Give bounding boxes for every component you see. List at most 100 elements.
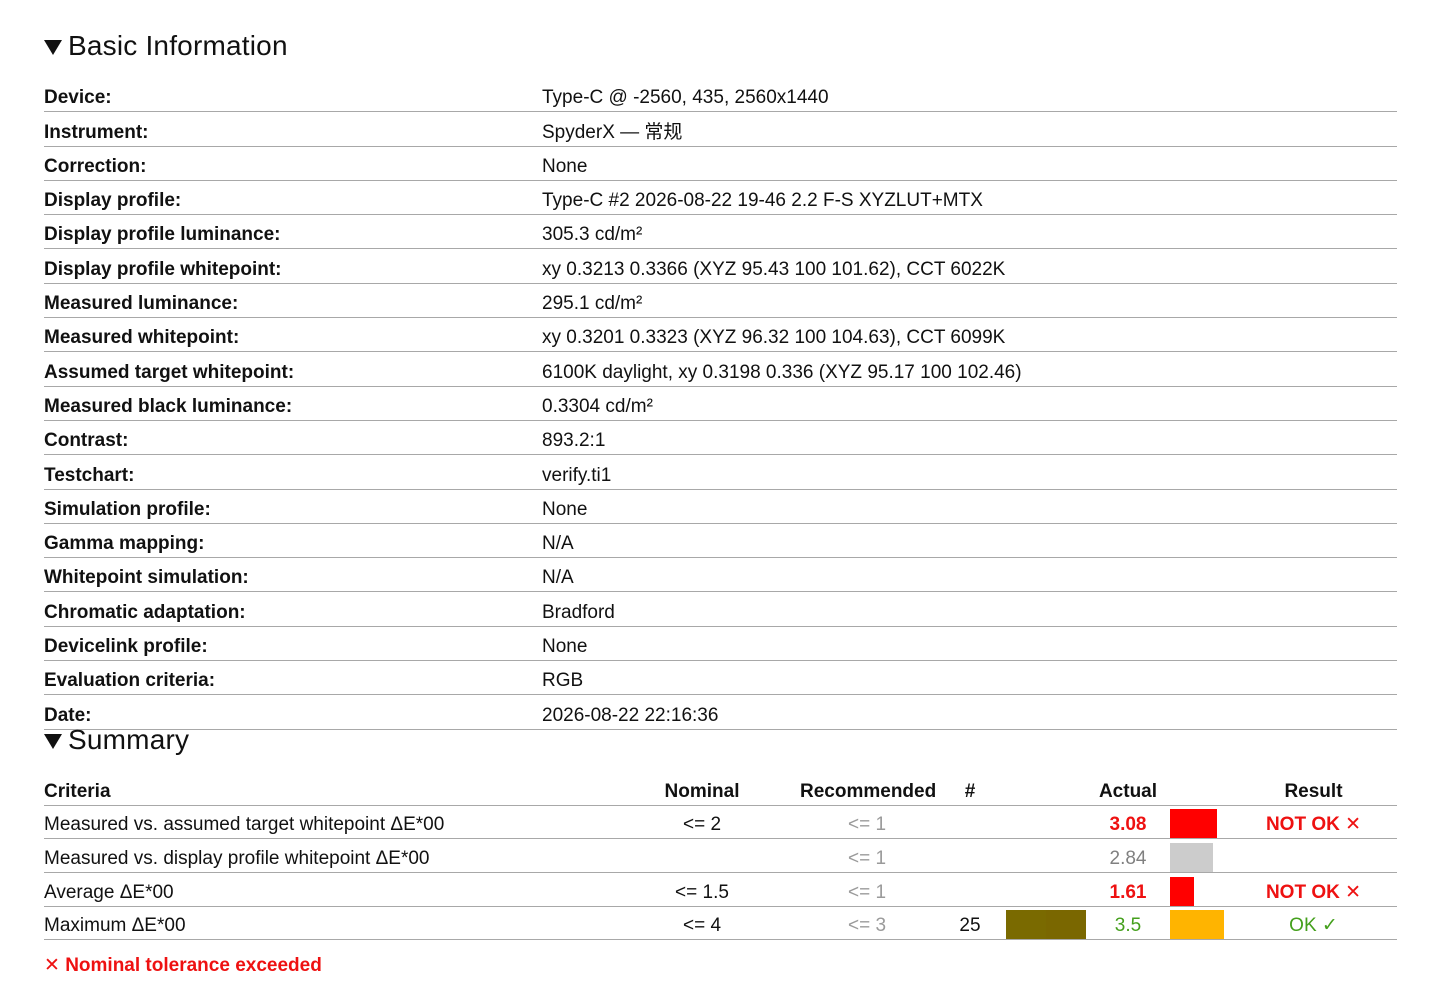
actual-cell: 3.5 <box>1086 906 1170 941</box>
actual-cell: 1.61 <box>1086 872 1170 907</box>
nominal-tolerance-footnote: ✕ Nominal tolerance exceeded <box>44 955 322 976</box>
info-label: Simulation profile: <box>44 489 542 524</box>
info-row: Measured luminance: 295.1 cd/m² <box>44 283 1397 319</box>
actual-cell: 3.08 <box>1086 805 1170 840</box>
patch-swatch-cell <box>1006 906 1086 941</box>
info-value: None <box>542 626 1397 662</box>
header-swatch <box>1006 772 1086 806</box>
info-row: Correction: None <box>44 146 1397 181</box>
summary-header-row: Criteria Nominal Recommended # Actual Re… <box>44 772 1397 806</box>
info-value: RGB <box>542 660 1397 696</box>
info-label: Display profile: <box>44 180 542 216</box>
patch-swatch-cell <box>1006 805 1086 840</box>
info-value: Bradford <box>542 591 1397 627</box>
collapse-triangle-icon <box>44 733 62 749</box>
summary-row: Average ΔE*00 <= 1.5 <= 1 1.61 NOT OK ✕ <box>44 872 1397 907</box>
collapse-triangle-icon <box>44 39 62 55</box>
header-recommended: Recommended <box>800 772 936 806</box>
summary-title: Summary <box>68 724 190 755</box>
criteria-cell: Measured vs. display profile whitepoint … <box>44 838 604 874</box>
nominal-cell <box>604 838 800 874</box>
recommended-cell: <= 1 <box>800 805 934 840</box>
nominal-cell: <= 2 <box>604 805 800 840</box>
nominal-cell: <= 4 <box>604 906 800 941</box>
actual-bar-cell <box>1170 838 1230 874</box>
patch-swatch <box>1006 910 1086 940</box>
info-label: Gamma mapping: <box>44 523 542 559</box>
result-cell: NOT OK ✕ <box>1230 872 1397 907</box>
info-value: 0.3304 cd/m² <box>542 386 1397 421</box>
basic-information-toggle[interactable]: Basic Information <box>44 30 288 62</box>
basic-information-table: Device: Type-C @ -2560, 435, 2560x1440 Ins… <box>44 78 1397 730</box>
info-row: Simulation profile: None <box>44 489 1397 524</box>
info-row: Instrument: SpyderX — 常规 <box>44 111 1397 147</box>
info-row: Display profile: Type-C #2 2026-08-22 19-… <box>44 180 1397 216</box>
summary-row: Measured vs. display profile whitepoint … <box>44 838 1397 874</box>
basic-information-title: Basic Information <box>68 30 288 61</box>
header-count: # <box>934 772 1006 806</box>
header-result: Result <box>1230 772 1397 806</box>
info-label: Evaluation criteria: <box>44 660 542 696</box>
info-row: Evaluation criteria: RGB <box>44 660 1397 696</box>
header-bar <box>1170 772 1230 806</box>
info-value: None <box>542 489 1397 524</box>
actual-bar-cell <box>1170 805 1230 840</box>
info-value: 305.3 cd/m² <box>542 214 1397 250</box>
info-row: Device: Type-C @ -2560, 435, 2560x1440 <box>44 78 1397 113</box>
info-value: xy 0.3201 0.3323 (XYZ 96.32 100 104.63),… <box>542 317 1397 353</box>
swatch-patch <box>1046 910 1086 940</box>
patch-swatch-cell <box>1006 872 1086 907</box>
info-label: Devicelink profile: <box>44 626 542 662</box>
swatch-patch <box>1006 910 1046 940</box>
info-value: Type-C @ -2560, 435, 2560x1440 <box>542 78 1397 113</box>
summary-table: Criteria Nominal Recommended # Actual Re… <box>44 772 1397 941</box>
result-cell: NOT OK ✕ <box>1230 805 1397 840</box>
info-value: N/A <box>542 523 1397 559</box>
header-criteria: Criteria <box>44 772 604 806</box>
info-label: Contrast: <box>44 420 542 456</box>
info-label: Chromatic adaptation: <box>44 591 542 627</box>
info-row: Chromatic adaptation: Bradford <box>44 591 1397 627</box>
info-label: Measured whitepoint: <box>44 317 542 353</box>
criteria-cell: Average ΔE*00 <box>44 872 604 907</box>
info-row: Testchart: verify.ti1 <box>44 454 1397 490</box>
count-cell: 25 <box>934 906 1006 941</box>
result-cell: OK ✓ <box>1230 906 1397 941</box>
summary-toggle[interactable]: Summary <box>44 724 189 756</box>
result-cell <box>1230 838 1397 874</box>
info-row: Measured black luminance: 0.3304 cd/m² <box>44 386 1397 421</box>
info-value: 6100K daylight, xy 0.3198 0.336 (XYZ 95.… <box>542 351 1397 387</box>
info-row: Date: 2026-08-22 22:16:36 <box>44 694 1397 730</box>
info-value: verify.ti1 <box>542 454 1397 490</box>
actual-bar <box>1170 910 1224 940</box>
info-label: Display profile luminance: <box>44 214 542 250</box>
info-value: xy 0.3213 0.3366 (XYZ 95.43 100 101.62),… <box>542 248 1397 284</box>
recommended-cell: <= 3 <box>800 906 934 941</box>
info-label: Measured black luminance: <box>44 386 542 421</box>
info-label: Instrument: <box>44 111 542 147</box>
info-row: Devicelink profile: None <box>44 626 1397 662</box>
info-row: Contrast: 893.2:1 <box>44 420 1397 456</box>
info-row: Assumed target whitepoint: 6100K daylight… <box>44 351 1397 387</box>
criteria-cell: Maximum ΔE*00 <box>44 906 604 941</box>
criteria-cell: Measured vs. assumed target whitepoint Δ… <box>44 805 604 840</box>
header-actual: Actual <box>1086 772 1170 806</box>
info-label: Testchart: <box>44 454 542 490</box>
info-value: N/A <box>542 557 1397 593</box>
actual-bar <box>1170 843 1214 873</box>
recommended-cell: <= 1 <box>800 838 934 874</box>
info-value: 2026-08-22 22:16:36 <box>542 694 1397 730</box>
header-nominal: Nominal <box>604 772 800 806</box>
nominal-cell: <= 1.5 <box>604 872 800 907</box>
info-label: Correction: <box>44 146 542 181</box>
actual-bar-cell <box>1170 906 1230 941</box>
info-label: Measured luminance: <box>44 283 542 319</box>
actual-bar <box>1170 809 1217 839</box>
patch-swatch-cell <box>1006 838 1086 874</box>
info-label: Display profile whitepoint: <box>44 248 542 284</box>
actual-bar <box>1170 876 1194 906</box>
count-cell <box>934 872 1006 907</box>
actual-bar-cell <box>1170 872 1230 907</box>
info-row: Display profile whitepoint: xy 0.3213 0.3… <box>44 248 1397 284</box>
count-cell <box>934 838 1006 874</box>
